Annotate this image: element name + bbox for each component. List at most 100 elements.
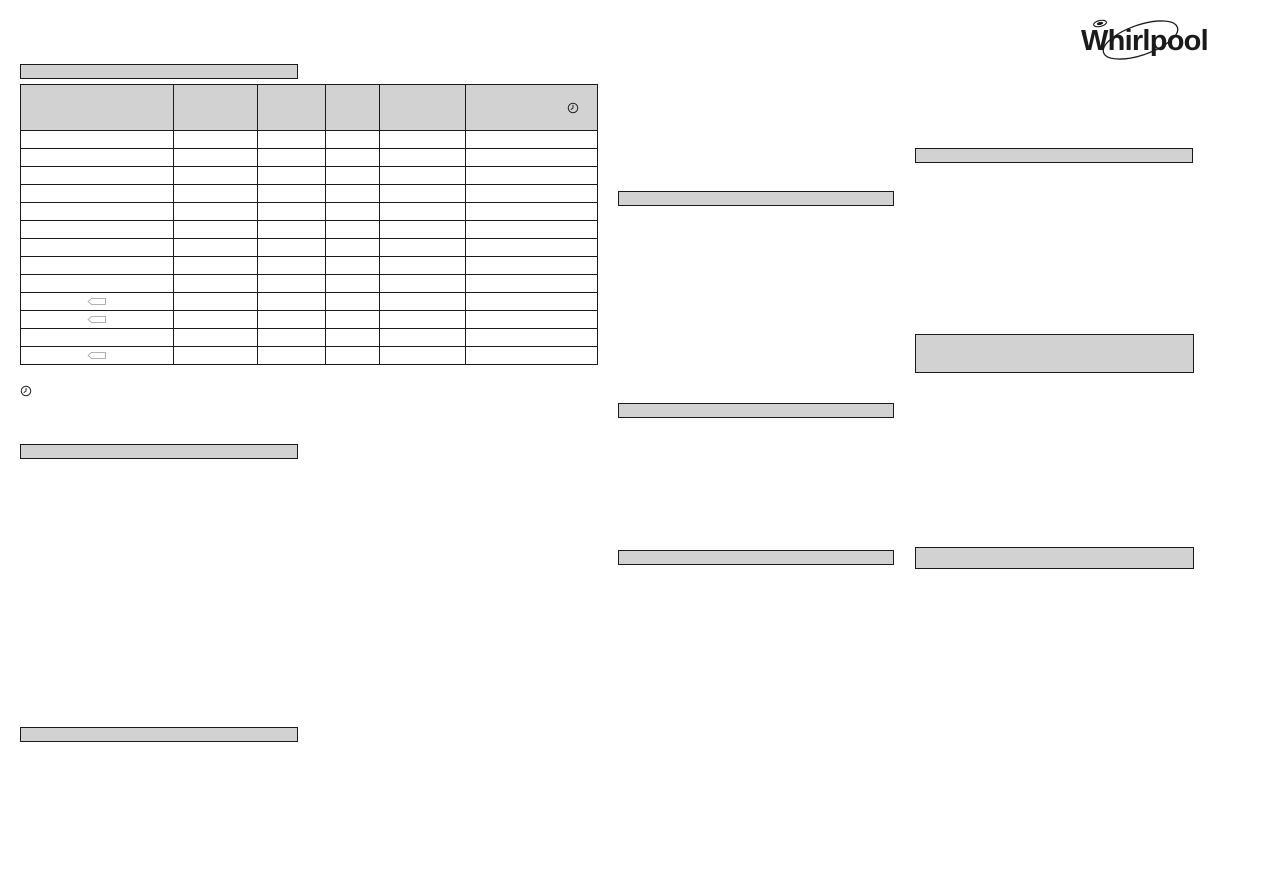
- table-cell: [20, 256, 174, 275]
- table-cell: [325, 346, 380, 365]
- table-cell: [173, 328, 258, 347]
- table-cell: [465, 292, 598, 311]
- table-cell: [325, 310, 380, 329]
- tag-icon-wrapper: [21, 347, 173, 364]
- table-row: [20, 310, 598, 329]
- right-section-1-heading-bar: [915, 148, 1193, 163]
- table-cell: [20, 166, 174, 185]
- tag-icon: [87, 316, 106, 323]
- table-cell: [20, 292, 174, 311]
- table-cell: [173, 148, 258, 167]
- table-cell: [379, 148, 466, 167]
- table-cell: [257, 184, 326, 203]
- table-cell: [257, 130, 326, 149]
- manual-page: Whirlpool: [0, 0, 1263, 893]
- table-cell: [173, 220, 258, 239]
- table-cell: [465, 220, 598, 239]
- table-header-cell-1: [20, 84, 174, 131]
- footnote: [20, 385, 38, 397]
- table-cell: [325, 148, 380, 167]
- right-section-1-body: [915, 170, 1193, 325]
- table-cell: [465, 238, 598, 257]
- table-cell: [257, 166, 326, 185]
- table-cell: [173, 292, 258, 311]
- table-row: [20, 130, 598, 149]
- table-cell: [173, 130, 258, 149]
- table-cell: [20, 274, 174, 293]
- table-row: [20, 220, 598, 239]
- left-section-2-body: [20, 749, 298, 869]
- table-cell: [379, 310, 466, 329]
- clock-icon: [20, 385, 32, 397]
- table-cell: [257, 238, 326, 257]
- table-cell: [465, 148, 598, 167]
- table-header-cell-3: [257, 84, 326, 131]
- table-row: [20, 346, 598, 365]
- table-cell: [257, 328, 326, 347]
- table-row: [20, 184, 598, 203]
- table-row: [20, 256, 598, 275]
- table-cell: [465, 202, 598, 221]
- table-cell: [257, 202, 326, 221]
- table-cell: [173, 346, 258, 365]
- svg-text:Whirlpool: Whirlpool: [1081, 25, 1208, 57]
- table-cell: [173, 256, 258, 275]
- right-section-2-body: [915, 381, 1193, 541]
- table-cell: [20, 238, 174, 257]
- tag-icon-wrapper: [21, 293, 173, 310]
- table-cell: [173, 238, 258, 257]
- right-section-3-body: [915, 577, 1193, 867]
- spec-table-container: [20, 84, 598, 365]
- tag-icon: [87, 352, 106, 359]
- table-cell: [20, 310, 174, 329]
- table-cell: [379, 166, 466, 185]
- table-row: [20, 238, 598, 257]
- table-cell: [257, 256, 326, 275]
- table-cell: [173, 202, 258, 221]
- table-header-row: [20, 84, 598, 131]
- table-cell: [20, 220, 174, 239]
- tag-icon-wrapper: [21, 311, 173, 328]
- table-cell: [465, 256, 598, 275]
- table-cell: [20, 328, 174, 347]
- table-row: [20, 274, 598, 293]
- table-cell: [325, 202, 380, 221]
- table-cell: [465, 184, 598, 203]
- table-cell: [465, 310, 598, 329]
- table-cell: [379, 238, 466, 257]
- table-cell: [325, 166, 380, 185]
- table-cell: [20, 184, 174, 203]
- table-header-cell-2: [173, 84, 258, 131]
- table-cell: [325, 130, 380, 149]
- table-body: [20, 130, 598, 365]
- table-cell: [379, 274, 466, 293]
- table-row: [20, 166, 598, 185]
- table-cell: [325, 274, 380, 293]
- table-cell: [257, 346, 326, 365]
- table-cell: [20, 130, 174, 149]
- clock-icon: [567, 102, 579, 113]
- table-cell: [379, 202, 466, 221]
- table-cell: [257, 220, 326, 239]
- middle-section-2-heading-bar: [618, 403, 894, 418]
- spec-table: [20, 84, 598, 365]
- left-section-2-heading-bar: [20, 727, 298, 742]
- table-row: [20, 292, 598, 311]
- right-section-2-heading-bar: [915, 334, 1194, 373]
- table-cell: [379, 220, 466, 239]
- table-cell: [379, 130, 466, 149]
- table-cell: [20, 148, 174, 167]
- table-cell: [325, 328, 380, 347]
- table-row: [20, 148, 598, 167]
- table-header-cell-5: [379, 84, 466, 131]
- table-cell: [465, 328, 598, 347]
- table-cell: [379, 184, 466, 203]
- table-cell: [173, 184, 258, 203]
- table-cell: [257, 148, 326, 167]
- table-cell: [379, 292, 466, 311]
- table-cell: [465, 274, 598, 293]
- table-cell: [173, 166, 258, 185]
- table-cell: [379, 256, 466, 275]
- table-cell: [257, 274, 326, 293]
- spec-table-title-bar: [20, 64, 298, 79]
